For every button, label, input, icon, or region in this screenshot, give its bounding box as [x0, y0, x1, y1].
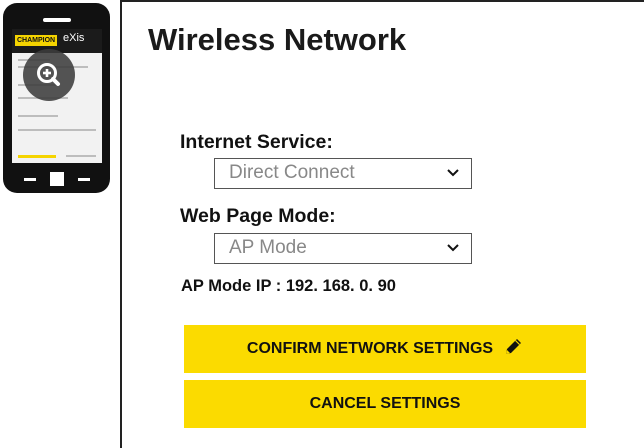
internet-service-select[interactable]: Direct Connect [214, 158, 472, 189]
web-page-mode-value: AP Mode [229, 237, 307, 258]
zoom-in-icon[interactable] [23, 49, 75, 101]
internet-service-label: Internet Service: [180, 131, 333, 153]
web-page-mode-select[interactable]: AP Mode [214, 233, 472, 264]
preview-yellow-button [18, 155, 56, 158]
confirm-button-label: CONFIRM NETWORK SETTINGS [246, 340, 494, 357]
preview-line [18, 115, 58, 117]
pencil-icon [503, 337, 523, 362]
phone-thumbnail[interactable]: CHAMPION eXis [3, 3, 110, 193]
phone-home-button [50, 172, 64, 186]
cancel-settings-button[interactable]: CANCEL SETTINGS [184, 380, 586, 428]
page-title: Wireless Network [148, 22, 407, 57]
phone-back-button [24, 178, 36, 181]
chevron-down-icon [447, 244, 459, 252]
confirm-network-settings-button[interactable]: CONFIRM NETWORK SETTINGS [184, 325, 586, 373]
preview-line [18, 129, 96, 131]
phone-speaker [43, 18, 71, 22]
brand-logo-exis: eXis [63, 32, 85, 44]
web-page-mode-label: Web Page Mode: [180, 205, 336, 227]
ap-mode-ip-text: AP Mode IP : 192. 168. 0. 90 [181, 277, 396, 295]
wireless-network-panel: Wireless Network Internet Service: Direc… [120, 0, 644, 448]
internet-service-value: Direct Connect [229, 162, 355, 183]
phone-menu-button [78, 178, 90, 181]
cancel-button-label: CANCEL SETTINGS [309, 395, 461, 412]
brand-logo-champion: CHAMPION [15, 35, 58, 46]
preview-line [66, 155, 96, 157]
chevron-down-icon [447, 169, 459, 177]
